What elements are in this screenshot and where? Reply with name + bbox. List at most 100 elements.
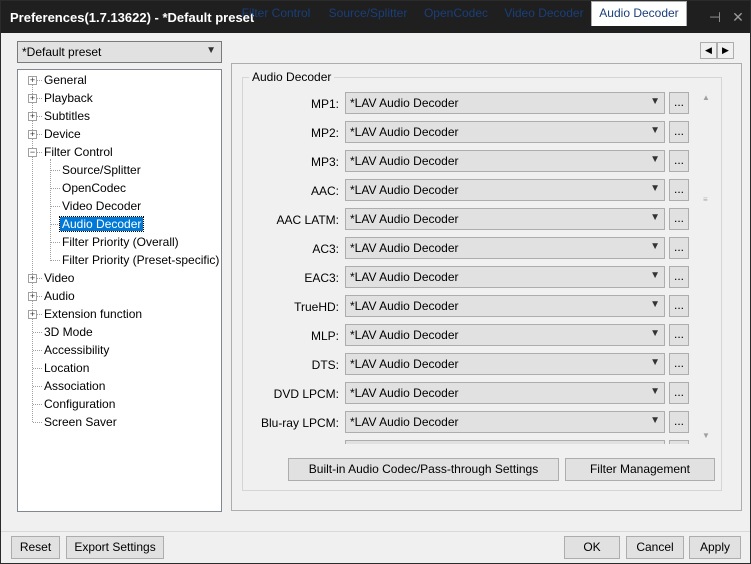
decoder-settings-button[interactable]: ... (669, 121, 689, 143)
scroll-down-icon[interactable]: ▼ (699, 431, 713, 443)
tab-audio-decoder[interactable]: Audio Decoder (591, 1, 687, 26)
tree-item-video[interactable]: Video (42, 269, 76, 287)
decoder-row-label: TrueHD: (294, 300, 339, 314)
pin-icon[interactable]: ⊣ (705, 7, 725, 27)
cancel-button[interactable]: Cancel (626, 536, 684, 559)
decoder-select[interactable]: *LAV Audio Decoder ▼ (345, 324, 665, 346)
tree-item-device[interactable]: Device (42, 125, 83, 143)
tree-item-label: Video (44, 271, 75, 285)
expand-icon[interactable]: + (28, 292, 37, 301)
decoder-settings-button[interactable]: ... (669, 382, 689, 404)
tree-item-association[interactable]: Association (42, 377, 107, 395)
tree-item-screen-saver[interactable]: Screen Saver (42, 413, 119, 431)
scroll-up-icon[interactable]: ▲ (699, 93, 713, 105)
decoder-settings-button[interactable]: ... (669, 353, 689, 375)
expand-icon[interactable]: + (28, 274, 37, 283)
preferences-window: Preferences(1.7.13622) - *Default preset… (0, 0, 751, 564)
decoder-row-label: EAC3: (304, 271, 339, 285)
tree-item-opencodec[interactable]: OpenCodec (60, 179, 128, 197)
tree-item-filter-control[interactable]: Filter Control (42, 143, 115, 161)
expand-icon[interactable]: + (28, 94, 37, 103)
expand-icon[interactable]: + (28, 310, 37, 319)
tree-item-3d-mode[interactable]: 3D Mode (42, 323, 95, 341)
tree-item-audio[interactable]: Audio (42, 287, 77, 305)
tab-scroll-left-icon[interactable]: ◀ (700, 42, 717, 59)
tree-item-label: Audio Decoder (58, 216, 145, 232)
decoder-select[interactable]: *LAV Audio Decoder ▼ (345, 266, 665, 288)
decoder-select[interactable]: *LAV Audio Decoder ▼ (345, 237, 665, 259)
rows-scrollbar[interactable]: ▲ ≡ ▼ (699, 91, 713, 443)
tab-video-decoder[interactable]: Video Decoder (499, 4, 589, 25)
reset-button[interactable]: Reset (11, 536, 60, 559)
decoder-select[interactable]: *LAV Audio Decoder ▼ (345, 382, 665, 404)
tree-item-location[interactable]: Location (42, 359, 91, 377)
filter-management-button[interactable]: Filter Management (565, 458, 715, 481)
export-settings-button[interactable]: Export Settings (66, 536, 164, 559)
decoder-settings-button[interactable]: ... (669, 237, 689, 259)
decoder-select-value: *LAV Audio Decoder (350, 415, 459, 429)
decoder-select-value: *LAV Audio Decoder (350, 154, 459, 168)
tree-item-extension-function[interactable]: Extension function (42, 305, 144, 323)
footer-divider (1, 531, 750, 532)
tab-source-splitter[interactable]: Source/Splitter (322, 4, 414, 25)
decoder-select[interactable]: *LAV Audio Decoder ▼ (345, 353, 665, 375)
tree-connector-line (51, 188, 60, 189)
decoder-settings-button[interactable]: ... (669, 411, 689, 433)
close-icon[interactable]: ✕ (728, 7, 748, 27)
decoder-select[interactable]: *LAV Audio Decoder ▼ (345, 121, 665, 143)
chevron-down-icon: ▼ (650, 415, 660, 426)
tree-item-filter-priority-preset-specific[interactable]: Filter Priority (Preset-specific) (60, 251, 221, 269)
preset-dropdown[interactable]: *Default preset ▼ (17, 41, 222, 63)
tree-item-source-splitter[interactable]: Source/Splitter (60, 161, 143, 179)
decoder-select[interactable]: *LAV Audio Decoder ▼ (345, 92, 665, 114)
ok-button[interactable]: OK (564, 536, 620, 559)
tree-item-playback[interactable]: Playback (42, 89, 95, 107)
tree-item-label: Configuration (44, 397, 116, 411)
decoder-select[interactable]: *LAV Audio Decoder ▼ (345, 411, 665, 433)
tab-opencodec[interactable]: OpenCodec (419, 4, 493, 25)
tree-connector-line (33, 422, 42, 423)
builtin-audio-codec-button[interactable]: Built-in Audio Codec/Pass-through Settin… (288, 458, 559, 481)
decoder-select[interactable]: *LAV Audio Decoder ▼ (345, 179, 665, 201)
decoder-row-label: DTS: (311, 358, 339, 372)
tree-connector-line (51, 206, 60, 207)
expand-icon[interactable]: + (28, 130, 37, 139)
decoder-row-label: DVD LPCM: (273, 387, 339, 401)
tree-item-label: Filter Control (44, 145, 113, 159)
expand-icon[interactable]: + (28, 112, 37, 121)
decoder-select-value: *LAV Audio Decoder (350, 270, 459, 284)
decoder-select-value: *LAV Audio Decoder (350, 241, 459, 255)
tree-item-subtitles[interactable]: Subtitles (42, 107, 92, 125)
decoder-select-value: *LAV Audio Decoder (350, 183, 459, 197)
tree-connector-line (51, 170, 60, 171)
chevron-down-icon: ▼ (650, 154, 660, 165)
decoder-select[interactable]: *LAV Audio Decoder ▼ (345, 150, 665, 172)
tab-scroll-right-icon[interactable]: ▶ (717, 42, 734, 59)
decoder-settings-button[interactable]: ... (669, 295, 689, 317)
tree-item-configuration[interactable]: Configuration (42, 395, 117, 413)
apply-button[interactable]: Apply (689, 536, 741, 559)
tree-item-label: Filter Priority (Preset-specific) (62, 253, 220, 267)
tree-item-video-decoder[interactable]: Video Decoder (60, 197, 143, 215)
decoder-settings-button-partial[interactable] (669, 440, 689, 444)
tree-item-general[interactable]: General (42, 71, 89, 89)
decoder-settings-button[interactable]: ... (669, 324, 689, 346)
settings-tree[interactable]: + General + Playback + Subtitles + Device − Filte… (17, 69, 222, 512)
decoder-settings-button[interactable]: ... (669, 208, 689, 230)
chevron-down-icon: ▼ (206, 45, 216, 56)
collapse-icon[interactable]: − (28, 148, 37, 157)
decoder-settings-button[interactable]: ... (669, 266, 689, 288)
tree-item-audio-decoder[interactable]: Audio Decoder (58, 215, 145, 233)
tree-item-accessibility[interactable]: Accessibility (42, 341, 111, 359)
tree-item-filter-priority-overall[interactable]: Filter Priority (Overall) (60, 233, 181, 251)
decoder-select[interactable]: *LAV Audio Decoder ▼ (345, 208, 665, 230)
decoder-settings-button[interactable]: ... (669, 92, 689, 114)
decoder-select-partial[interactable] (345, 440, 665, 444)
decoder-settings-button[interactable]: ... (669, 179, 689, 201)
decoder-row-label: AAC LATM: (276, 213, 339, 227)
decoder-select[interactable]: *LAV Audio Decoder ▼ (345, 295, 665, 317)
expand-icon[interactable]: + (28, 76, 37, 85)
tab-filter-control[interactable]: Filter Control (235, 4, 317, 25)
decoder-settings-button[interactable]: ... (669, 150, 689, 172)
tree-connector-line (33, 386, 42, 387)
